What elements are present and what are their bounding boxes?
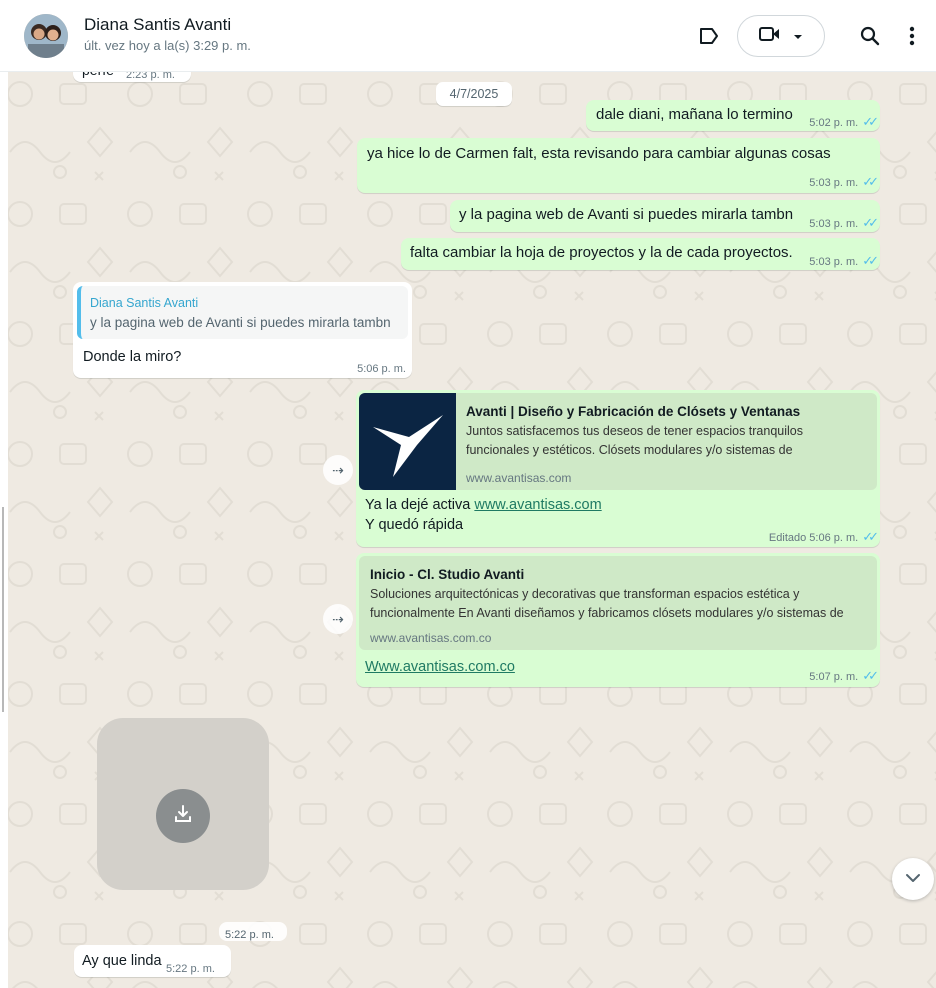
message-time: 5:22 p. m.: [166, 963, 215, 975]
message-text-line2: Y quedó rápida: [365, 517, 464, 533]
chat-area[interactable]: perfe 2:23 p. m. 4/7/2025 dale diani, ma…: [0, 72, 936, 988]
link-preview-desc-line2: funcionales y estéticos. Clósets modular…: [466, 443, 793, 457]
outgoing-message[interactable]: dale diani, mañana lo termino 5:02 p. m.…: [586, 100, 880, 131]
message-text: dale diani, mañana lo termino: [596, 106, 793, 123]
read-ticks-icon: ✓✓: [862, 668, 879, 683]
message-time: 5:03 p. m.: [809, 256, 859, 268]
bird-logo-image: [359, 393, 456, 490]
message-time: 5:02 p. m.: [809, 117, 859, 129]
download-icon: [173, 804, 193, 829]
message-text: Ay que linda: [82, 953, 162, 969]
incoming-message[interactable]: Ay que linda 5:22 p. m.: [74, 945, 231, 977]
forward-icon: ⇢: [332, 610, 344, 627]
outgoing-message[interactable]: ya hice lo de Carmen falt, esta revisand…: [357, 138, 880, 193]
message-text: y la pagina web de Avanti si puedes mira…: [459, 206, 794, 223]
chevron-down-icon: [793, 27, 803, 45]
message-text: Donde la miro?: [83, 349, 182, 365]
contact-status: últ. vez hoy a la(s) 3:29 p. m.: [84, 38, 251, 53]
quoted-text: y la pagina web de Avanti si puedes mira…: [90, 315, 391, 330]
message-time: 2:23 p. m.: [126, 72, 175, 81]
contact-name[interactable]: Diana Santis Avanti: [84, 15, 231, 35]
outgoing-link-message[interactable]: Avanti | Diseño y Fabricación de Clósets…: [356, 390, 880, 547]
video-call-button[interactable]: [737, 15, 825, 57]
link-preview-url: www.avantisas.com: [466, 471, 572, 485]
link-preview-title: Inicio - Cl. Studio Avanti: [370, 567, 525, 582]
message-text: ya hice lo de Carmen falt, esta revisand…: [367, 145, 831, 162]
media-time-chip: 5:22 p. m.: [219, 922, 287, 941]
link-preview-url: www.avantisas.com.co: [370, 631, 492, 645]
link-preview-desc-line1: Soluciones arquitectónicas y decorativas…: [370, 587, 800, 601]
menu-icon[interactable]: [898, 22, 926, 50]
message-time: 5:22 p. m.: [225, 929, 274, 941]
quoted-author: Diana Santis Avanti: [90, 296, 199, 310]
outgoing-link-message[interactable]: Inicio - Cl. Studio Avanti Soluciones ar…: [356, 553, 880, 687]
forward-button[interactable]: ⇢: [323, 604, 353, 634]
outgoing-message[interactable]: y la pagina web de Avanti si puedes mira…: [450, 200, 880, 232]
label-icon[interactable]: [695, 22, 723, 50]
read-ticks-icon: ✓✓: [862, 253, 879, 268]
previous-message-text: perfe: [82, 72, 114, 80]
read-ticks-icon: ✓✓: [862, 114, 879, 129]
read-ticks-icon: ✓✓: [862, 529, 879, 544]
link-preview-card[interactable]: Inicio - Cl. Studio Avanti Soluciones ar…: [359, 556, 877, 650]
link-preview-card[interactable]: Avanti | Diseño y Fabricación de Clósets…: [359, 393, 877, 490]
outgoing-message[interactable]: falta cambiar la hoja de proyectos y la …: [401, 238, 880, 270]
message-text: Ya la dejé activa: [365, 497, 475, 513]
message-time: 5:03 p. m.: [809, 218, 859, 230]
previous-message[interactable]: perfe 2:23 p. m.: [73, 72, 191, 82]
date-chip: 4/7/2025: [436, 82, 512, 106]
media-thumbnail[interactable]: [97, 718, 269, 890]
video-call-icon: [759, 26, 781, 47]
incoming-reply-message[interactable]: Diana Santis Avanti y la pagina web de A…: [73, 282, 412, 378]
download-button[interactable]: [156, 789, 210, 843]
forward-icon: ⇢: [332, 461, 344, 478]
quoted-message[interactable]: Diana Santis Avanti y la pagina web de A…: [77, 286, 408, 339]
search-icon[interactable]: [856, 22, 884, 50]
chevron-down-icon: [905, 870, 921, 888]
forward-button[interactable]: ⇢: [323, 455, 353, 485]
message-time: Editado 5:06 p. m.: [768, 532, 859, 544]
message-link[interactable]: Www.avantisas.com.co: [365, 659, 515, 675]
link-preview-desc-line2: funcionalmente En Avanti diseñamos y fab…: [370, 606, 844, 620]
resize-handle[interactable]: [2, 507, 4, 712]
scroll-to-bottom-button[interactable]: [892, 858, 934, 900]
message-time: 5:07 p. m.: [809, 671, 859, 683]
message-text: falta cambiar la hoja de proyectos y la …: [410, 244, 793, 261]
message-time: 5:06 p. m.: [357, 363, 406, 375]
chat-header: Diana Santis Avanti últ. vez hoy a la(s)…: [0, 0, 936, 72]
message-time: 5:03 p. m.: [809, 177, 859, 189]
link-preview-title: Avanti | Diseño y Fabricación de Clósets…: [466, 404, 801, 419]
read-ticks-icon: ✓✓: [862, 174, 879, 189]
contact-avatar[interactable]: [24, 14, 68, 58]
left-panel-edge: [0, 72, 8, 988]
message-link[interactable]: www.avantisas.com: [474, 497, 601, 513]
link-preview-desc-line1: Juntos satisfacemos tus deseos de tener …: [466, 424, 803, 438]
read-ticks-icon: ✓✓: [862, 215, 879, 230]
